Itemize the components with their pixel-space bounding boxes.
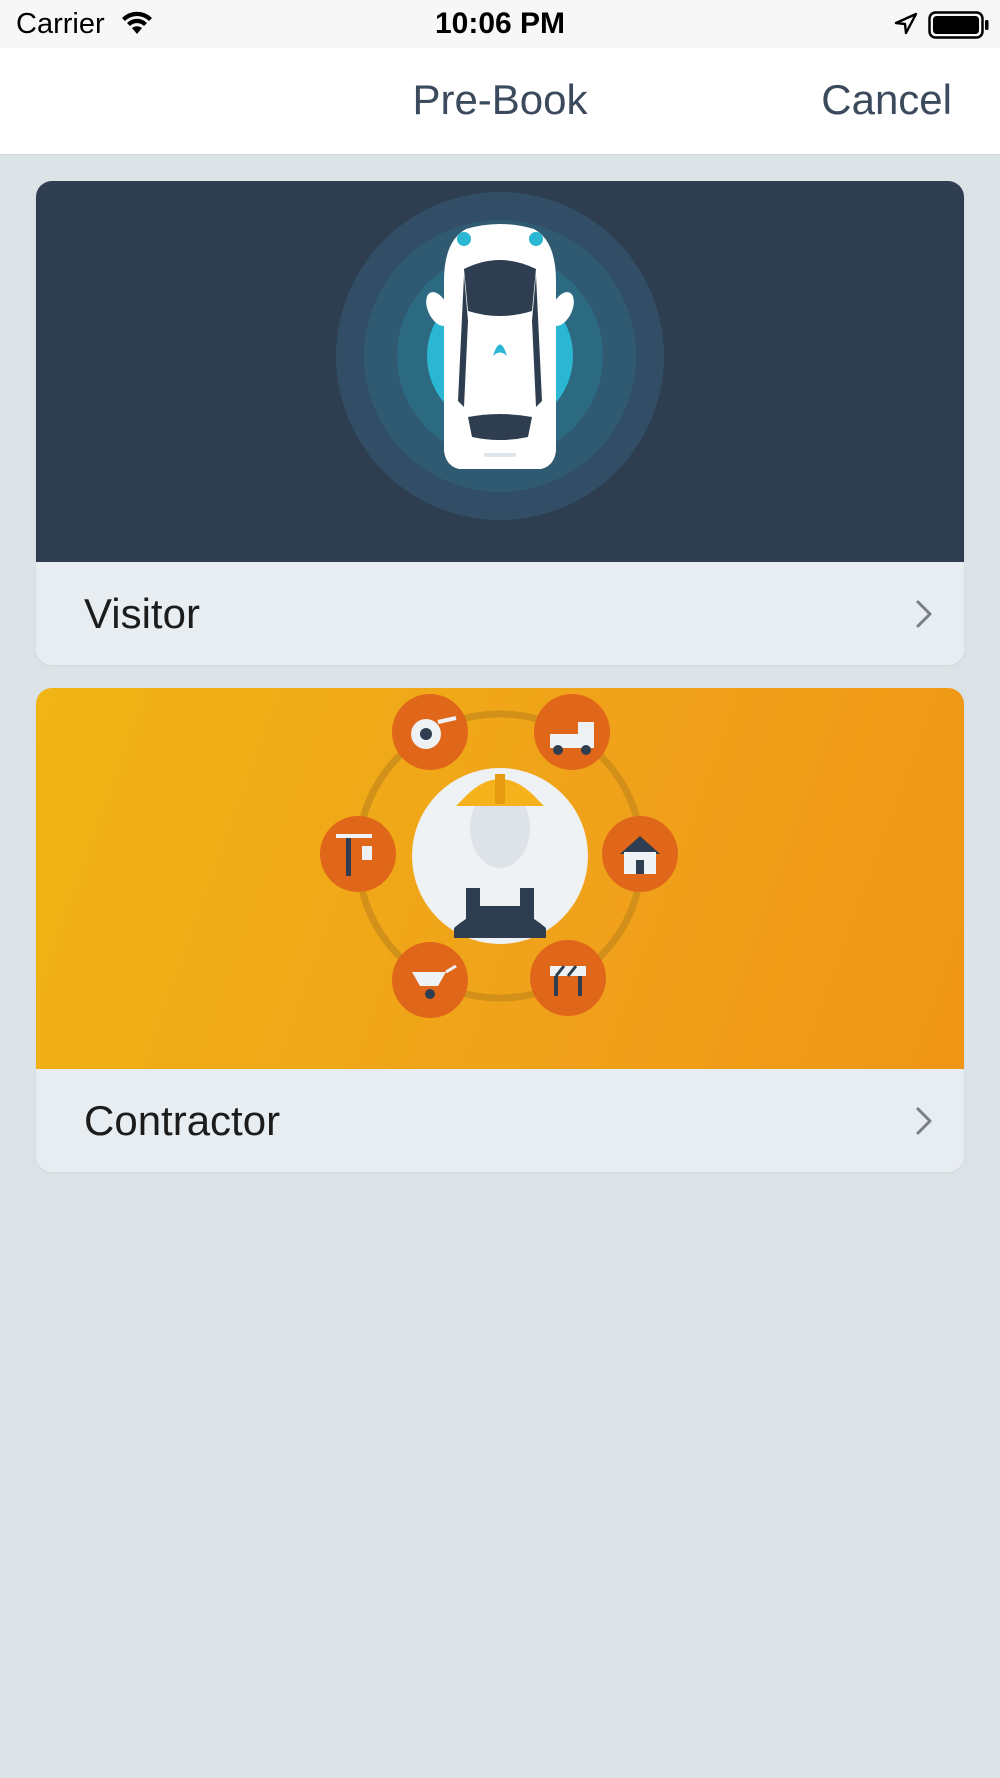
contractor-banner: [36, 688, 964, 1069]
contractor-worker-illustration: [320, 694, 678, 1018]
visitor-row: Visitor: [36, 562, 964, 665]
navigation-bar: Pre-Book Cancel: [0, 48, 1000, 155]
cancel-button[interactable]: Cancel: [821, 76, 952, 124]
tow-truck-icon: [534, 694, 610, 770]
contractor-row: Contractor: [36, 1069, 964, 1172]
chevron-right-icon: [916, 600, 932, 628]
visitor-label: Visitor: [84, 590, 200, 637]
road-barrier-icon: [530, 940, 606, 1016]
battery-icon: [928, 11, 989, 39]
contractor-label: Contractor: [84, 1097, 281, 1144]
wheelbarrow-icon: [392, 942, 468, 1018]
status-bar: Carrier 10:06 PM: [0, 0, 1000, 48]
car-radar-illustration: [336, 192, 664, 520]
visitor-card[interactable]: Visitor: [36, 181, 964, 665]
status-time: 10:06 PM: [434, 7, 566, 40]
crane-icon: [320, 816, 396, 892]
tape-measure-icon: [392, 694, 468, 770]
house-icon: [602, 816, 678, 892]
visitor-banner: [36, 181, 964, 562]
contractor-card[interactable]: Contractor: [36, 688, 964, 1172]
chevron-right-icon: [916, 1107, 932, 1135]
location-arrow-icon: [894, 12, 918, 35]
